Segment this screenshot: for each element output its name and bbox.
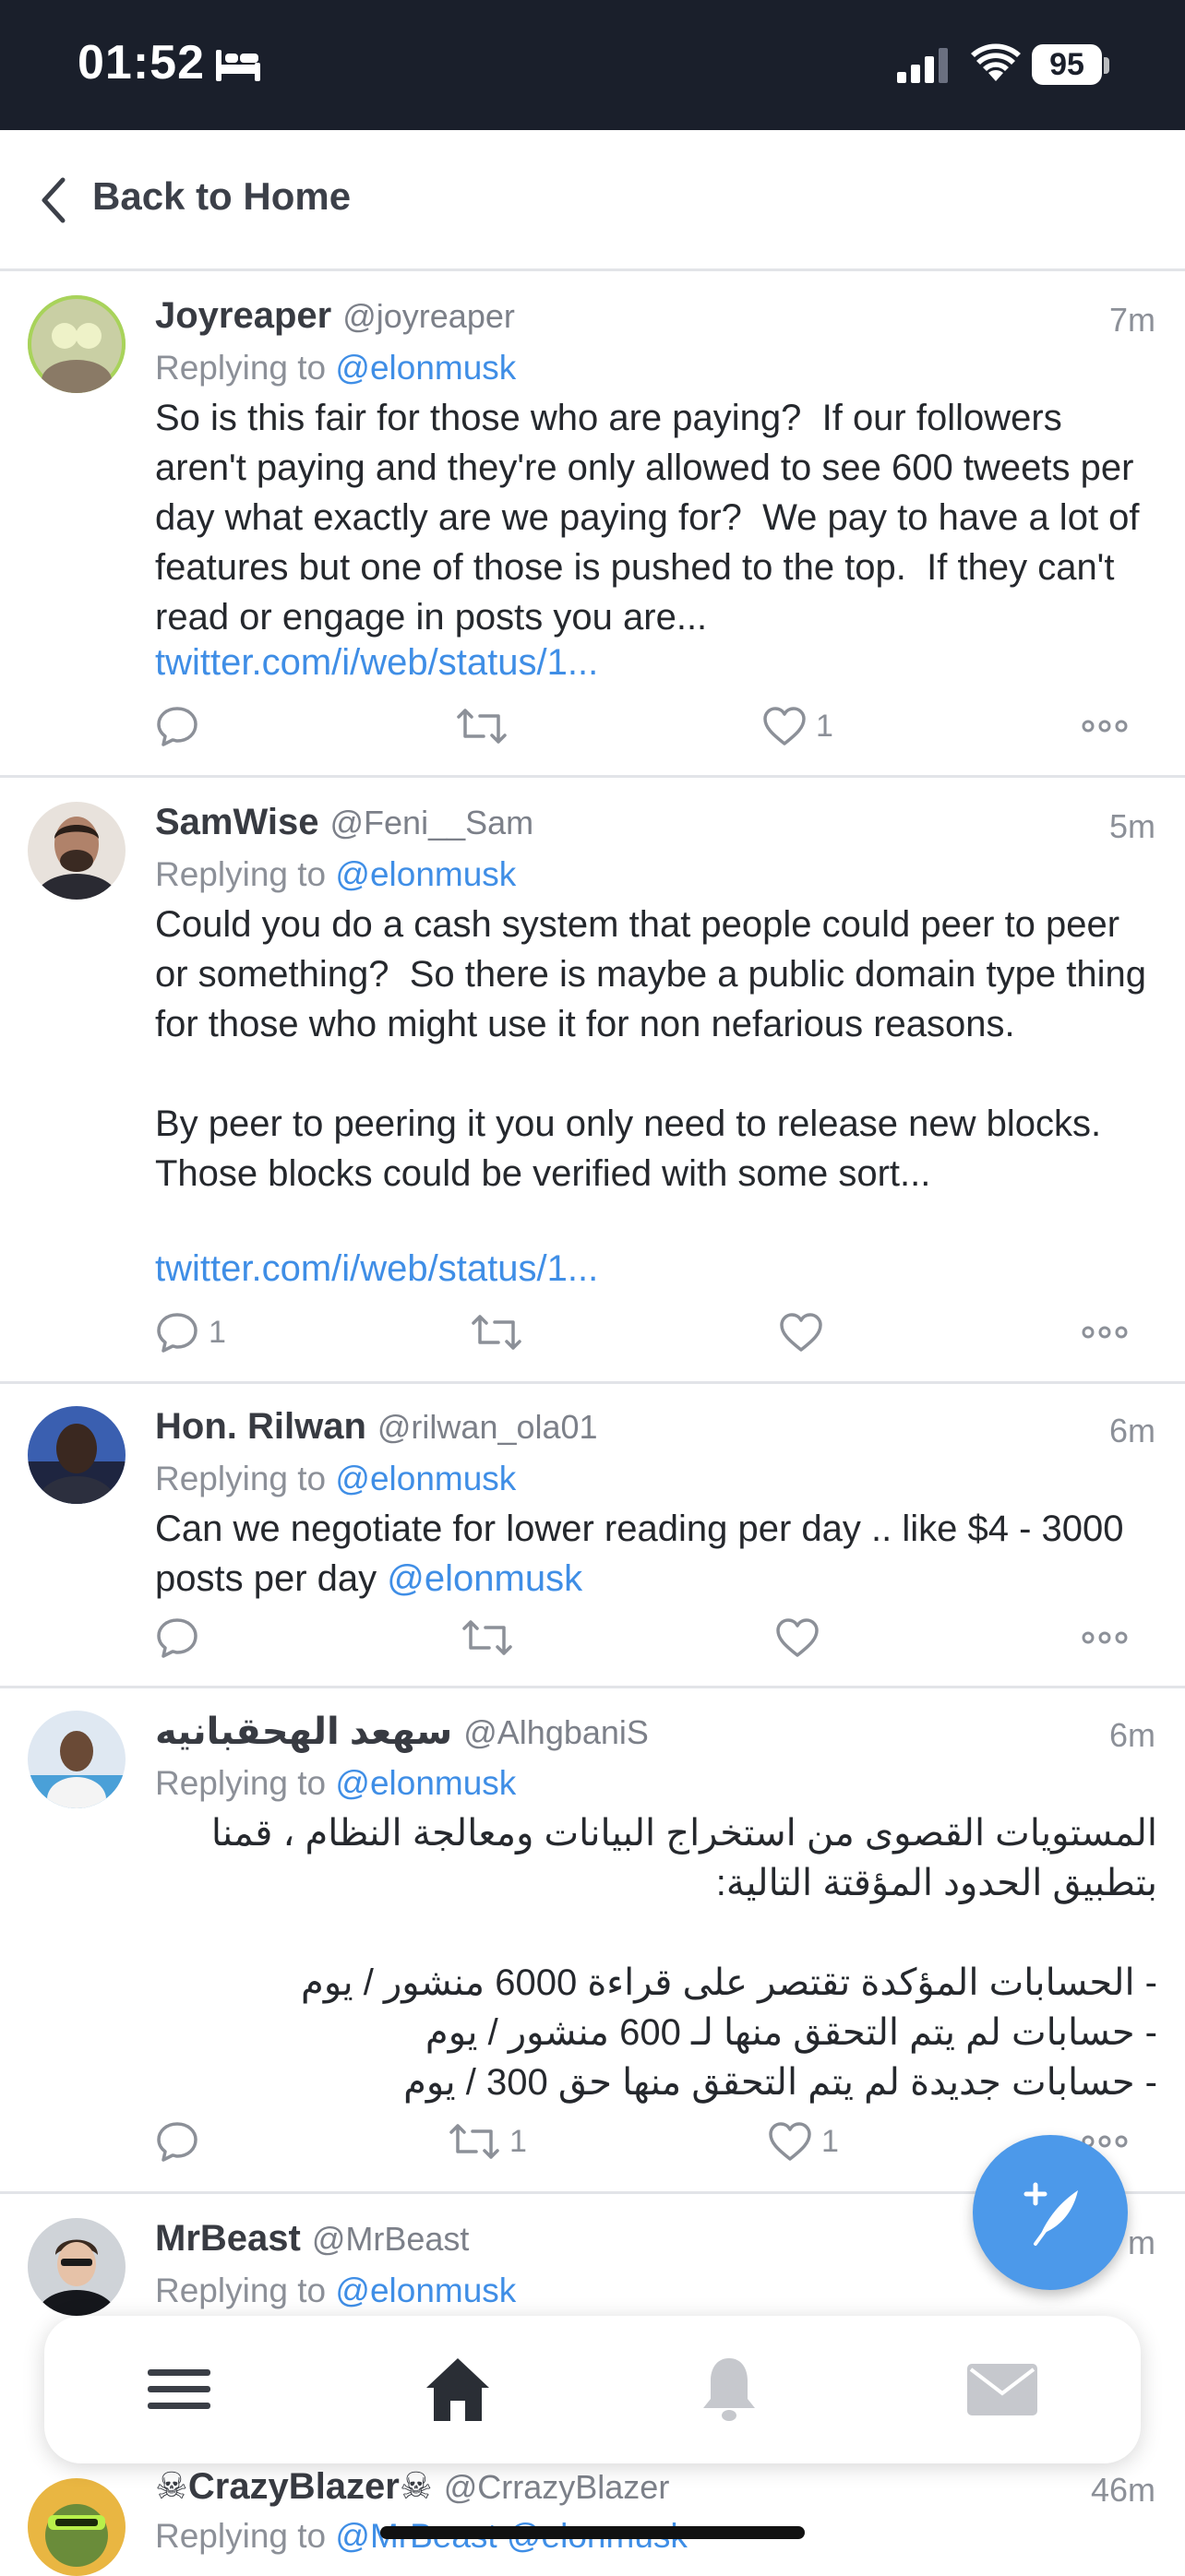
- more-options-icon[interactable]: [1082, 1631, 1128, 1644]
- heart-icon: [780, 1313, 822, 1352]
- retweet-button[interactable]: [456, 703, 517, 749]
- reply-mention[interactable]: @elonmusk: [335, 1460, 516, 1497]
- battery-tip: [1104, 57, 1109, 74]
- reply-mention[interactable]: @elonmusk: [335, 349, 516, 387]
- back-to-home-button[interactable]: Back to Home: [92, 174, 351, 219]
- reply-icon: [157, 1618, 198, 1658]
- home-indicator: [380, 2526, 805, 2539]
- retweet-button[interactable]: [461, 1615, 522, 1661]
- notifications-bell-icon[interactable]: [700, 2353, 759, 2427]
- like-button[interactable]: [775, 1615, 829, 1661]
- retweet-icon: [449, 2124, 499, 2159]
- tweet-item[interactable]: SamWise @Feni__Sam 5m Replying to @elonmu…: [0, 778, 1185, 1384]
- author-handle[interactable]: @rilwan_ola01: [377, 1408, 598, 1446]
- reply-prefix: Replying to: [155, 1764, 327, 1802]
- reply-prefix: Replying to: [155, 855, 327, 893]
- like-button[interactable]: 1: [768, 2118, 839, 2165]
- menu-icon[interactable]: [146, 2353, 212, 2427]
- like-count: 1: [821, 2123, 839, 2159]
- avatar[interactable]: [28, 1406, 126, 1504]
- tweet-timestamp: 46m: [1090, 2471, 1155, 2509]
- tweet-body: So is this fair for those who are paying…: [155, 398, 1150, 638]
- reply-button[interactable]: [155, 703, 209, 749]
- tweet-timestamp: 6m: [1108, 1716, 1155, 1754]
- wifi-icon: [971, 43, 1021, 81]
- like-button[interactable]: 1: [762, 703, 833, 749]
- messages-envelope-icon[interactable]: [965, 2353, 1039, 2427]
- reply-button[interactable]: [155, 2118, 209, 2165]
- heart-icon: [769, 2122, 811, 2161]
- navigation-bar: Back to Home: [0, 130, 1185, 271]
- tweet-body: Can we negotiate for lower reading per d…: [155, 1504, 1152, 1604]
- author-handle[interactable]: @Feni__Sam: [330, 804, 534, 841]
- chevron-left-icon[interactable]: [37, 174, 70, 226]
- tweet-item[interactable]: سهعد الهحقبانيه @AlhgbaniS 6m Replying to…: [0, 1688, 1185, 2194]
- tweet-item[interactable]: ☠CrazyBlazer☠ @CrrazyBlazer 46m Replying …: [0, 2458, 1185, 2576]
- tweet-timestamp: 6m: [1108, 1412, 1155, 1449]
- body-mention[interactable]: @elonmusk: [387, 1558, 582, 1599]
- author-handle[interactable]: @AlhgbaniS: [463, 1713, 649, 1751]
- reply-mention[interactable]: @elonmusk: [335, 855, 516, 893]
- retweet-icon: [457, 709, 507, 744]
- avatar[interactable]: [28, 1711, 126, 1808]
- heart-icon: [776, 1618, 819, 1657]
- status-time: 01:52: [78, 36, 205, 89]
- reply-button[interactable]: [155, 1615, 209, 1661]
- tweet-item[interactable]: Hon. Rilwan @rilwan_ola01 6m Replying to …: [0, 1384, 1185, 1688]
- battery-indicator: 95: [1032, 44, 1102, 85]
- tweet-item[interactable]: Joyreaper @joyreaper 7m Replying to @elon…: [0, 271, 1185, 778]
- tweet-timestamp: 7m: [1108, 301, 1155, 339]
- reply-icon: [157, 2122, 198, 2162]
- reply-mention[interactable]: @elonmusk: [335, 2272, 516, 2309]
- bed-icon: [216, 50, 260, 81]
- retweet-icon: [472, 1315, 521, 1350]
- author-name[interactable]: Hon. Rilwan: [155, 1406, 366, 1447]
- tweet-body: المستويات القصوى من استخراج البيانات ومع…: [210, 1813, 1157, 2103]
- reply-icon: [157, 1313, 198, 1353]
- author-handle[interactable]: @MrBeast: [312, 2220, 470, 2258]
- tweet-body: Could you do a cash system that people c…: [155, 904, 1146, 1194]
- retweet-button[interactable]: 1: [449, 2118, 527, 2165]
- avatar[interactable]: [28, 802, 126, 900]
- compose-tweet-button[interactable]: [973, 2135, 1128, 2290]
- reply-button[interactable]: 1: [155, 1309, 226, 1355]
- author-handle[interactable]: @joyreaper: [342, 297, 515, 335]
- reply-prefix: Replying to: [155, 2517, 327, 2555]
- status-bar: 01:52 95: [0, 0, 1185, 130]
- like-button[interactable]: [779, 1309, 832, 1355]
- retweet-button[interactable]: [471, 1309, 532, 1355]
- reply-prefix: Replying to: [155, 1460, 327, 1497]
- tweet-timestamp: 5m: [1108, 807, 1155, 845]
- more-options-icon[interactable]: [1082, 1326, 1128, 1339]
- tweet-timestamp: m: [1128, 2224, 1155, 2261]
- tweet-link[interactable]: twitter.com/i/web/status/1...: [155, 642, 598, 684]
- compose-feather-icon: [1023, 2182, 1078, 2246]
- avatar[interactable]: [28, 295, 126, 393]
- home-icon[interactable]: [423, 2353, 493, 2427]
- author-name[interactable]: Joyreaper: [155, 295, 331, 336]
- tweet-link[interactable]: twitter.com/i/web/status/1...: [155, 1248, 598, 1290]
- reply-prefix: Replying to: [155, 349, 327, 387]
- reply-icon: [157, 707, 198, 746]
- retweet-icon: [462, 1620, 512, 1655]
- more-options-icon[interactable]: [1082, 720, 1128, 733]
- retweet-count: 1: [509, 2123, 527, 2159]
- avatar[interactable]: [28, 2478, 126, 2576]
- author-name[interactable]: سهعد الهحقبانيه: [155, 1711, 452, 1752]
- like-count: 1: [816, 708, 833, 744]
- avatar[interactable]: [28, 2218, 126, 2316]
- reply-mention[interactable]: @elonmusk: [335, 1764, 516, 1802]
- heart-icon: [763, 707, 806, 745]
- reply-prefix: Replying to: [155, 2272, 327, 2309]
- signal-icon: [897, 48, 948, 83]
- bottom-tab-bar: [44, 2316, 1141, 2463]
- author-handle[interactable]: @CrrazyBlazer: [444, 2468, 670, 2506]
- author-name[interactable]: SamWise: [155, 802, 319, 842]
- author-name[interactable]: ☠CrazyBlazer☠: [155, 2466, 433, 2507]
- reply-count: 1: [209, 1314, 226, 1350]
- tweet-body-text: Can we negotiate for lower reading per d…: [155, 1509, 1134, 1599]
- author-name[interactable]: MrBeast: [155, 2218, 301, 2259]
